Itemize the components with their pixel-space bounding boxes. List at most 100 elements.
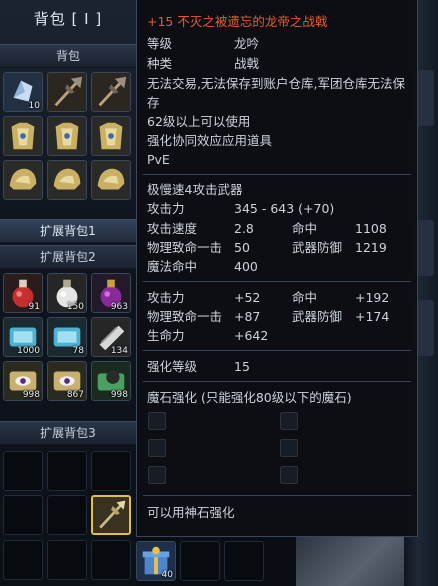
inventory-slot[interactable] (91, 72, 131, 112)
inventory-title: 背包 [ I ] (33, 10, 103, 28)
item-tooltip: +15 不灭之被遗忘的龙帝之战戟 等级 龙吟 种类 战戟 无法交易,无法保存到账… (136, 0, 418, 537)
background-scene (296, 537, 404, 586)
inventory-slot-gift[interactable]: 40 (136, 541, 176, 581)
enchant-level-label: 强化等级 (147, 359, 198, 374)
stat-attack-value: 345 - 643 (+70) (234, 201, 335, 216)
pve-tag: PvE (147, 152, 170, 167)
item-quantity: 78 (72, 346, 84, 356)
item-name: +15 不灭之被遗忘的龙帝之战戟 (147, 14, 328, 29)
gold-armor-icon (92, 117, 130, 155)
enchant-level-value: 15 (234, 359, 250, 374)
section-header-ext-bag-3[interactable]: 扩展背包3 (0, 421, 136, 445)
gold-armor-icon (4, 117, 42, 155)
manastone-label: 魔石强化 (只能强化80级以下的魔石) (147, 390, 352, 405)
inventory-slot-empty[interactable] (180, 541, 220, 581)
manastone-socket (280, 439, 298, 457)
inventory-slot[interactable]: 150 (47, 273, 87, 313)
inventory-extra-row: 40 (136, 537, 404, 586)
divider (143, 174, 411, 175)
bonus-hp-label: 生命力 (147, 328, 185, 343)
manastone-socket (148, 466, 166, 484)
level-value: 龙吟 (234, 36, 260, 51)
stat-magic-accuracy-label: 魔法命中 (147, 259, 198, 274)
inventory-slot-empty[interactable] (47, 495, 87, 535)
bonus-crit-label: 物理致命一击 (147, 309, 223, 324)
item-quantity: 867 (66, 390, 84, 400)
polearm-icon (93, 497, 129, 533)
divider (143, 350, 411, 351)
trade-restriction: 无法交易,无法保存到账户仓库,军团仓库无法保存 (147, 76, 405, 110)
polearm-icon (48, 73, 86, 111)
divider (143, 281, 411, 282)
manastone-socket (280, 466, 298, 484)
inventory-slot[interactable] (3, 116, 43, 156)
inventory-slot-empty[interactable] (3, 495, 43, 535)
bonus-attack-value: +52 (234, 290, 261, 305)
inventory-window: 背包 [ I ] 背包 10 扩展背包1 扩展背包2 91 150 963 1000 7… (0, 0, 137, 586)
inventory-slot[interactable]: 10 (3, 72, 43, 112)
inventory-slot[interactable]: 1000 (3, 317, 43, 357)
manastone-socket (280, 412, 298, 430)
inventory-slot-empty[interactable] (3, 451, 43, 491)
inventory-slot[interactable] (47, 160, 87, 200)
inventory-slot[interactable]: 78 (47, 317, 87, 357)
item-quantity: 150 (66, 302, 84, 312)
level-label: 等级 (147, 36, 173, 51)
inventory-slot-selected-polearm[interactable] (91, 495, 131, 535)
item-quantity: 134 (110, 346, 128, 356)
inventory-slot[interactable] (47, 116, 87, 156)
item-quantity: 91 (28, 302, 40, 312)
divider (143, 381, 411, 382)
inventory-slot[interactable] (91, 116, 131, 156)
inventory-slot[interactable]: 867 (47, 361, 87, 401)
inventory-slot-empty[interactable] (91, 540, 131, 580)
item-quantity: 963 (110, 302, 128, 312)
stat-speed-label: 攻击速度 (147, 221, 198, 236)
bonus-attack-label: 攻击力 (147, 290, 185, 305)
stat-crit-value: 50 (234, 240, 250, 255)
level-requirement: 62级以上可以使用 (147, 114, 251, 129)
inventory-slot[interactable] (3, 160, 43, 200)
weapon-speed-class: 极慢速4攻击武器 (147, 182, 243, 197)
bonus-crit-value: +87 (234, 309, 261, 324)
inventory-slot[interactable]: 998 (3, 361, 43, 401)
stat-crit-label: 物理致命一击 (147, 240, 223, 255)
inventory-slot[interactable]: 963 (91, 273, 131, 313)
gold-helm-icon (4, 161, 42, 199)
bonus-parry-value: +174 (355, 309, 390, 324)
bonus-accuracy-value: +192 (355, 290, 390, 305)
stat-magic-accuracy-value: 400 (234, 259, 258, 274)
section-header-ext-bag-2[interactable]: 扩展背包2 (0, 245, 136, 269)
manastone-socket (148, 412, 166, 430)
stat-attack-label: 攻击力 (147, 201, 185, 216)
inventory-slot[interactable] (91, 160, 131, 200)
item-quantity: 998 (22, 390, 40, 400)
inventory-slot[interactable]: 134 (91, 317, 131, 357)
inventory-slot-empty[interactable] (3, 540, 43, 580)
inventory-slot[interactable]: 998 (91, 361, 131, 401)
inventory-slot-empty[interactable] (47, 540, 87, 580)
bonus-hp-value: +642 (234, 328, 269, 343)
inventory-slot-empty[interactable] (47, 451, 87, 491)
stat-parry-value: 1219 (355, 240, 387, 255)
inventory-slot[interactable]: 91 (3, 273, 43, 313)
item-quantity: 40 (161, 570, 173, 580)
gold-armor-icon (48, 117, 86, 155)
divider (143, 495, 411, 496)
item-quantity: 10 (28, 101, 40, 111)
type-value: 战戟 (234, 56, 260, 71)
enhance-synergy-note: 强化协同效应应用道具 (147, 133, 273, 148)
section-header-main-bag[interactable]: 背包 (0, 44, 136, 68)
godstone-note: 可以用神石强化 (147, 505, 235, 520)
polearm-icon (92, 73, 130, 111)
type-label: 种类 (147, 56, 173, 71)
gold-helm-icon (92, 161, 130, 199)
inventory-slot-empty[interactable] (224, 541, 264, 581)
item-quantity: 1000 (17, 346, 40, 356)
inventory-slot-empty[interactable] (91, 451, 131, 491)
stat-accuracy-label: 命中 (292, 221, 318, 236)
bonus-accuracy-label: 命中 (292, 290, 318, 305)
stat-parry-label: 武器防御 (292, 240, 343, 255)
inventory-slot[interactable] (47, 72, 87, 112)
section-header-ext-bag-1[interactable]: 扩展背包1 (0, 219, 136, 243)
